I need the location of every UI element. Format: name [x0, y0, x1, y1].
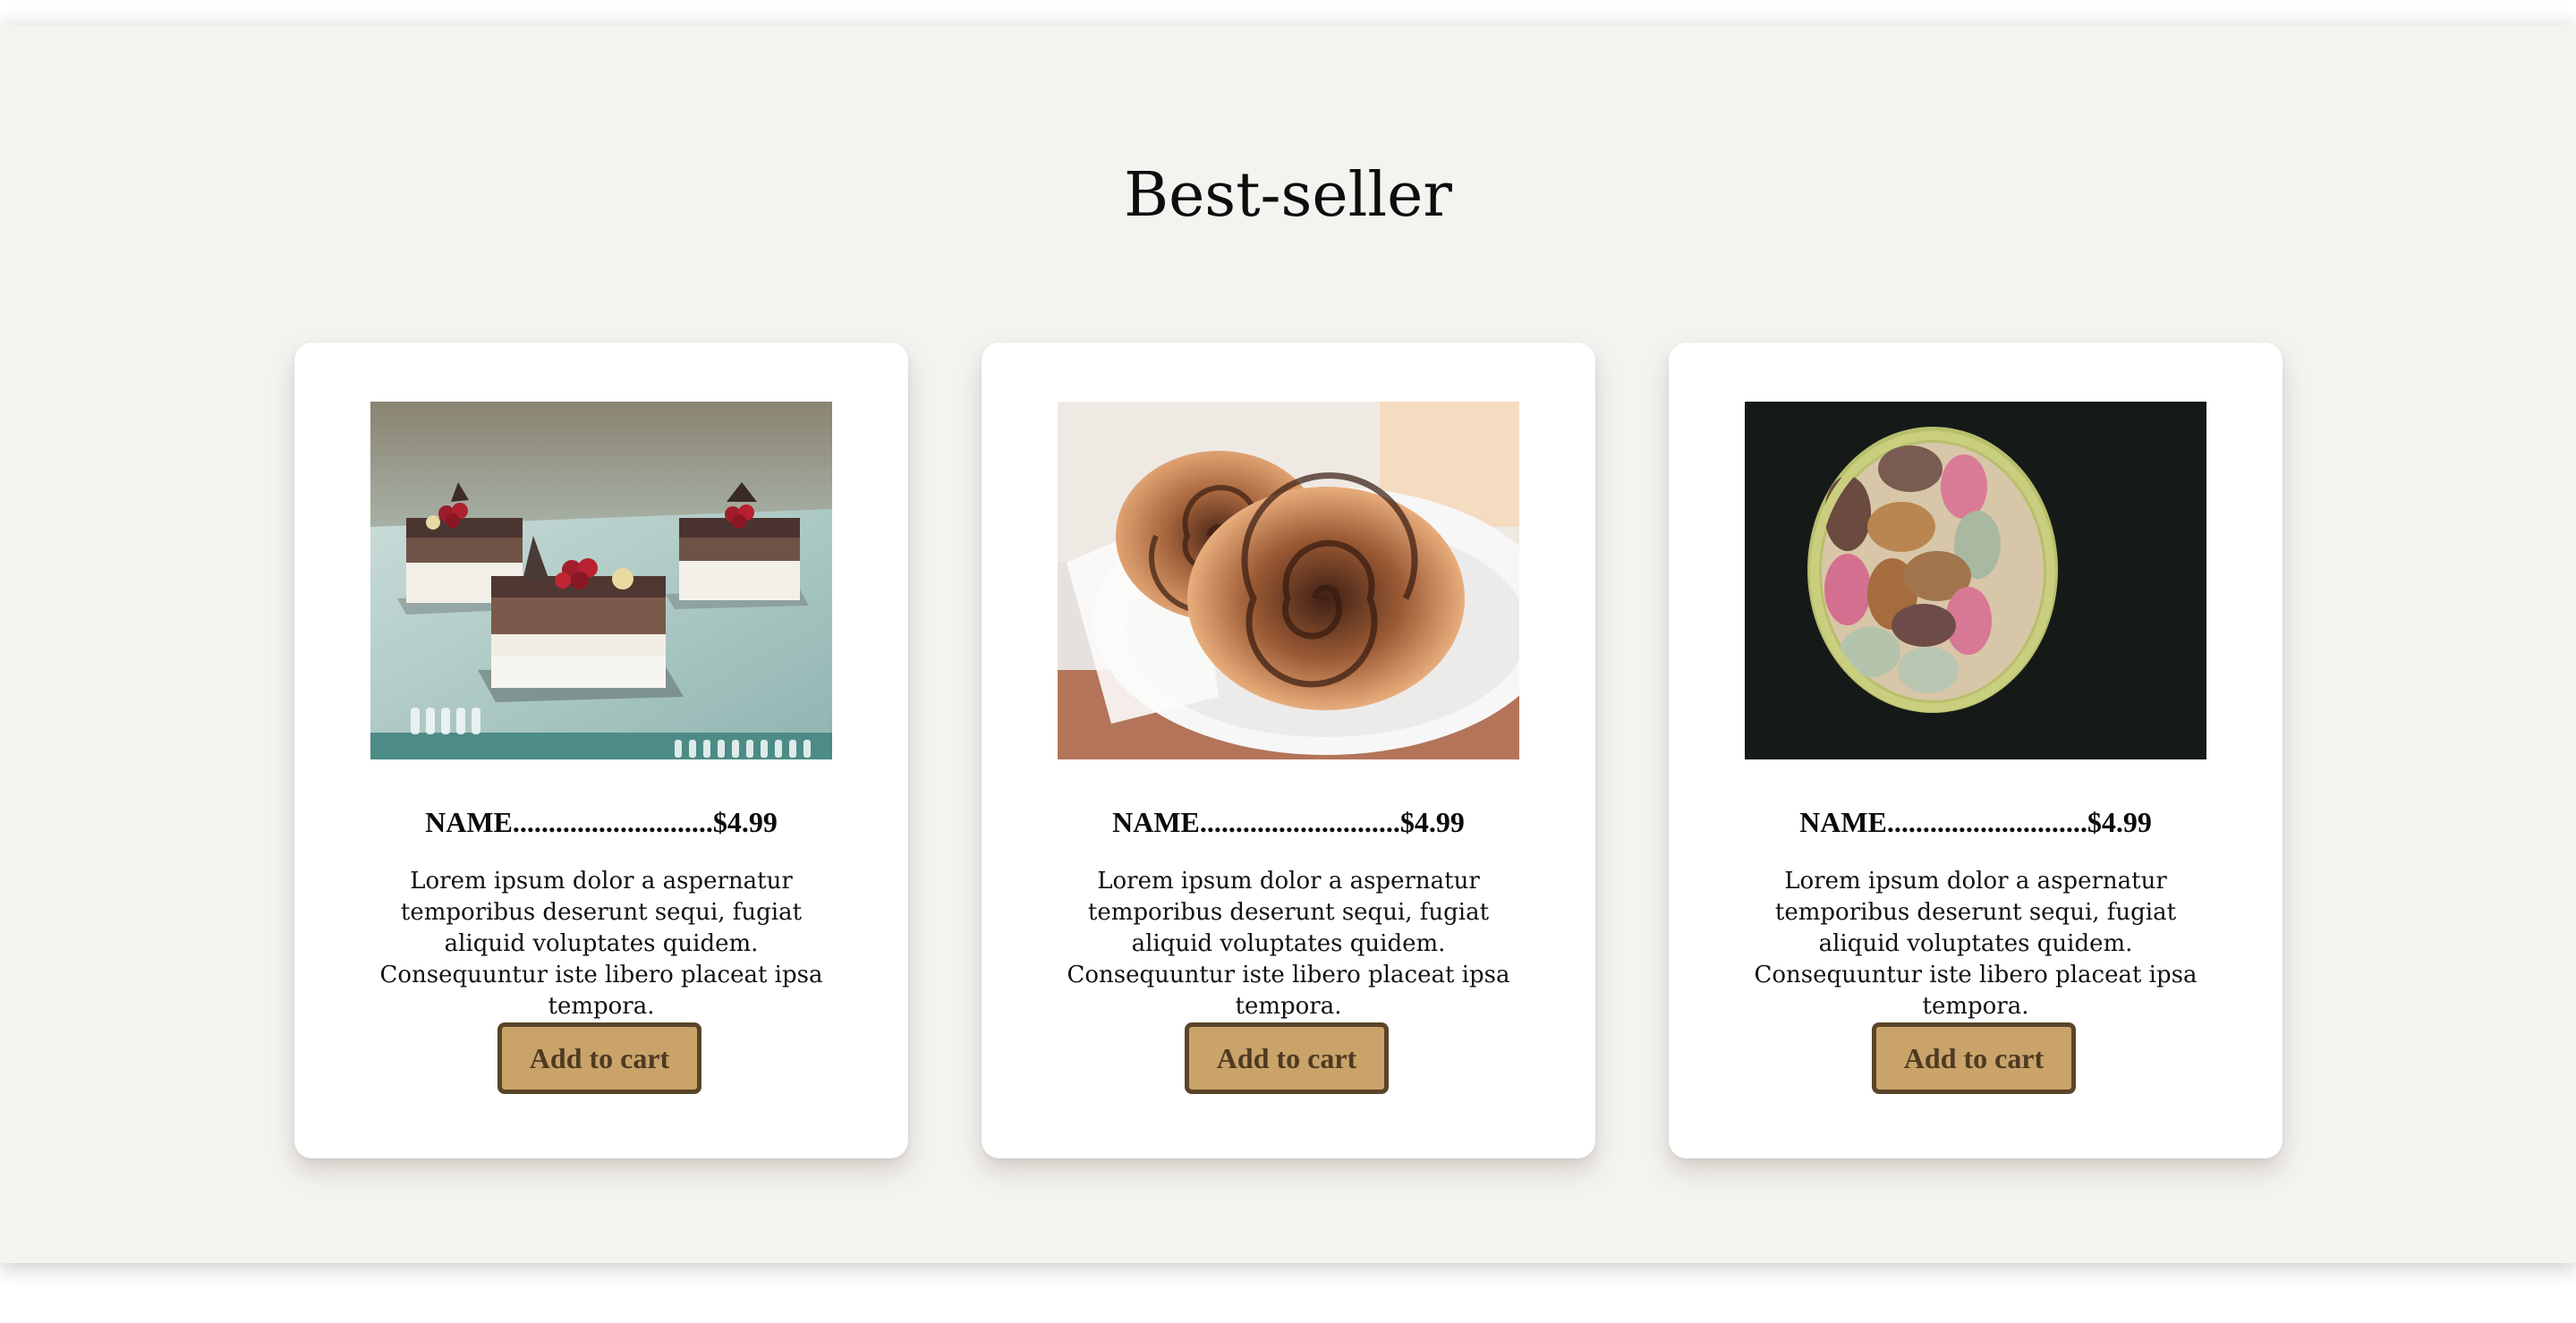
product-price: $4.99: [1399, 806, 1465, 838]
add-to-cart-button[interactable]: Add to cart: [1872, 1022, 2076, 1094]
product-description: Lorem ipsum dolor a aspernatur temporibu…: [1067, 868, 1510, 1020]
product-card-list: NAME............................$4.99 Lo…: [294, 343, 2283, 1158]
add-to-cart-button[interactable]: Add to cart: [497, 1022, 701, 1094]
product-card: NAME............................$4.99 Lo…: [982, 343, 1595, 1158]
best-seller-section: Best-seller NAME........................…: [0, 25, 2576, 1263]
product-description: Lorem ipsum dolor a aspernatur temporibu…: [1754, 868, 2198, 1020]
product-price: $4.99: [2087, 806, 2152, 838]
product-image: [1745, 402, 2206, 759]
leader-dots: ............................: [1886, 806, 2087, 838]
product-image: [370, 402, 832, 759]
product-price: $4.99: [712, 806, 778, 838]
product-description: Lorem ipsum dolor a aspernatur temporibu…: [379, 868, 823, 1020]
add-to-cart-button[interactable]: Add to cart: [1185, 1022, 1389, 1094]
leader-dots: ............................: [1199, 806, 1400, 838]
product-card: NAME............................$4.99 Lo…: [1669, 343, 2283, 1158]
leader-dots: ............................: [512, 806, 713, 838]
product-name-price: NAME............................$4.99: [1669, 808, 2283, 836]
product-name: NAME: [1799, 806, 1887, 838]
product-name: NAME: [1112, 806, 1200, 838]
product-card: NAME............................$4.99 Lo…: [294, 343, 908, 1158]
product-name-price: NAME............................$4.99: [294, 808, 908, 836]
product-name: NAME: [425, 806, 513, 838]
product-image: [1058, 402, 1519, 759]
section-title: Best-seller: [1124, 160, 1452, 231]
product-name-price: NAME............................$4.99: [982, 808, 1595, 836]
